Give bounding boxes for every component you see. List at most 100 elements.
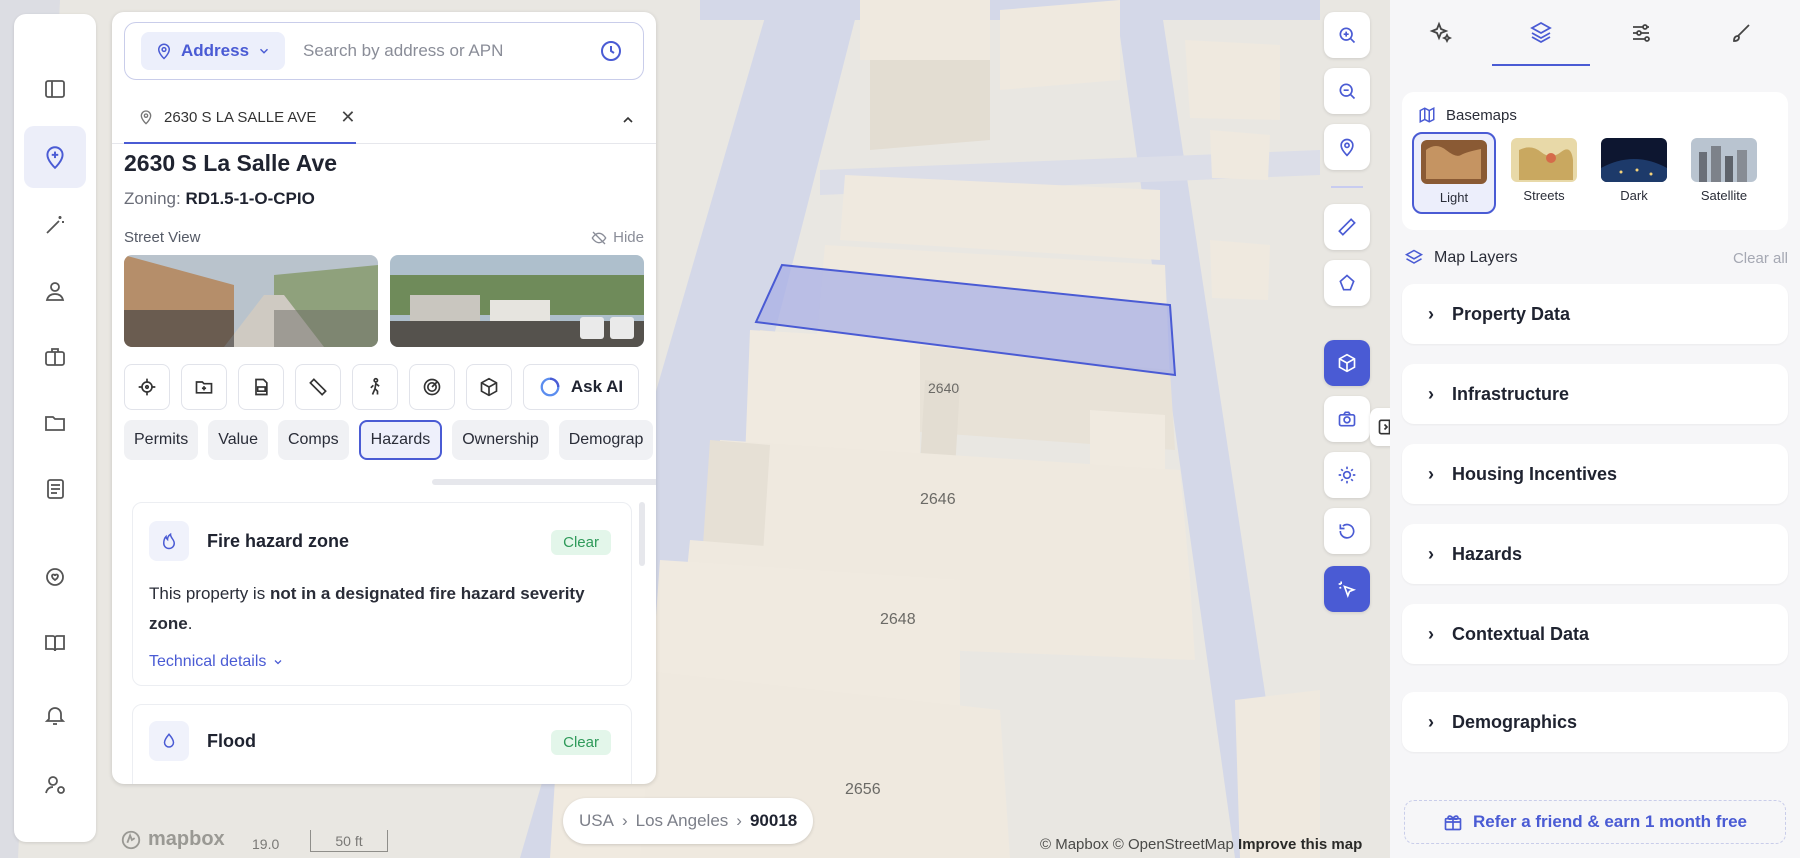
briefcase-icon[interactable] bbox=[24, 326, 86, 388]
chevron-up-icon[interactable] bbox=[620, 112, 636, 128]
user-settings-icon[interactable] bbox=[24, 754, 86, 816]
sun-icon bbox=[1338, 466, 1356, 484]
bell-icon[interactable] bbox=[24, 684, 86, 746]
reset-view-button[interactable] bbox=[1324, 508, 1370, 554]
zoom-in-button[interactable] bbox=[1324, 12, 1370, 58]
layers-icon bbox=[1404, 249, 1424, 264]
layer-contextual-data[interactable]: › Contextual Data bbox=[1402, 604, 1788, 664]
3d-toggle-button[interactable] bbox=[1324, 340, 1370, 386]
lighting-button[interactable] bbox=[1324, 452, 1370, 498]
controls-divider bbox=[1331, 186, 1363, 188]
panel-scrollbar[interactable] bbox=[639, 502, 645, 566]
technical-details-toggle[interactable]: Technical details bbox=[149, 653, 284, 671]
fire-hazard-text: This property is not in a designated fir… bbox=[149, 579, 619, 639]
book-icon[interactable] bbox=[24, 612, 86, 674]
select-tool-button[interactable] bbox=[1324, 566, 1370, 612]
layer-housing-incentives[interactable]: › Housing Incentives bbox=[1402, 444, 1788, 504]
layer-label: Contextual Data bbox=[1452, 623, 1590, 644]
refer-friend-button[interactable]: Refer a friend & earn 1 month free bbox=[1404, 800, 1786, 844]
sidebar-toggle-icon[interactable] bbox=[24, 58, 86, 120]
map-label-2646: 2646 bbox=[920, 491, 956, 508]
left-rail bbox=[14, 14, 96, 842]
draw-polygon-icon bbox=[1339, 274, 1355, 291]
chip-hazards[interactable]: Hazards bbox=[358, 420, 443, 460]
chevron-right-icon: › bbox=[621, 811, 628, 830]
ask-ai-button[interactable]: Ask AI bbox=[523, 364, 639, 410]
chip-comps[interactable]: Comps bbox=[277, 420, 349, 460]
technical-details-label: Technical details bbox=[149, 653, 267, 670]
3d-view-tool[interactable] bbox=[466, 364, 512, 410]
map-pin-icon[interactable] bbox=[24, 126, 86, 188]
tab-property[interactable]: 2630 S LA SALLE AVE ✕ bbox=[124, 92, 356, 144]
layer-infrastructure[interactable]: › Infrastructure bbox=[1402, 364, 1788, 424]
improve-map-link[interactable]: Improve this map bbox=[1238, 836, 1362, 853]
basemap-dark[interactable]: Dark bbox=[1592, 132, 1676, 214]
ai-ring-icon bbox=[540, 377, 560, 397]
walk-score-tool[interactable] bbox=[352, 364, 398, 410]
person-pin-icon[interactable] bbox=[24, 260, 86, 322]
locate-tool[interactable] bbox=[124, 364, 170, 410]
layer-property-data[interactable]: › Property Data bbox=[1402, 284, 1788, 344]
magic-wand-icon[interactable] bbox=[24, 194, 86, 256]
address-mode-dropdown[interactable]: Address bbox=[141, 32, 286, 70]
basemaps-card: Basemaps Light Streets Dark Satellite bbox=[1402, 92, 1788, 230]
pointer-click-icon bbox=[1338, 581, 1357, 599]
street-view-photo-1[interactable] bbox=[124, 255, 378, 347]
tab-ai[interactable] bbox=[1392, 0, 1490, 66]
layer-label: Hazards bbox=[1452, 543, 1523, 564]
chevron-right-icon: › bbox=[1428, 623, 1434, 644]
chips-scrollbar[interactable] bbox=[432, 479, 656, 485]
tab-layers[interactable] bbox=[1492, 0, 1590, 66]
mapbox-logo-text: mapbox bbox=[148, 828, 225, 850]
chevron-right-icon: › bbox=[1428, 711, 1434, 732]
basemap-satellite[interactable]: Satellite bbox=[1682, 132, 1766, 214]
newspaper-icon[interactable] bbox=[24, 458, 86, 520]
refer-label: Refer a friend & earn 1 month free bbox=[1473, 812, 1747, 831]
basemap-light[interactable]: Light bbox=[1412, 132, 1496, 214]
flame-icon bbox=[149, 521, 189, 561]
right-panel-tabs bbox=[1390, 0, 1800, 68]
screenshot-button[interactable] bbox=[1324, 396, 1370, 442]
chip-ownership[interactable]: Ownership bbox=[452, 420, 549, 460]
zoom-out-button[interactable] bbox=[1324, 68, 1370, 114]
history-clock-icon[interactable] bbox=[599, 39, 623, 63]
breadcrumb-country[interactable]: USA bbox=[579, 811, 614, 831]
street-view-photo-2[interactable] bbox=[390, 255, 644, 347]
tab-draw[interactable] bbox=[1692, 0, 1790, 66]
fire-hazard-card: Fire hazard zone Clear This property is … bbox=[132, 502, 632, 686]
mapbox-logo: mapbox bbox=[120, 828, 225, 851]
chevron-right-icon: › bbox=[1428, 463, 1434, 484]
breadcrumb-city[interactable]: Los Angeles bbox=[636, 811, 729, 831]
add-to-folder-tool[interactable] bbox=[181, 364, 227, 410]
attribution-text[interactable]: © Mapbox © OpenStreetMap bbox=[1040, 836, 1234, 853]
map-label-2656: 2656 bbox=[845, 781, 881, 798]
hide-street-view-button[interactable]: Hide bbox=[591, 229, 644, 246]
folder-plus-icon bbox=[195, 381, 213, 394]
chip-value[interactable]: Value bbox=[208, 420, 268, 460]
export-pdf-tool[interactable] bbox=[238, 364, 284, 410]
close-tab-icon[interactable]: ✕ bbox=[340, 107, 355, 128]
measure-button[interactable] bbox=[1324, 204, 1370, 250]
zoning-line: Zoning: RD1.5-1-O-CPIO bbox=[124, 189, 315, 209]
locate-button[interactable] bbox=[1324, 124, 1370, 170]
draw-button[interactable] bbox=[1324, 260, 1370, 306]
chat-icon[interactable] bbox=[24, 546, 86, 608]
breadcrumb-zip: 90018 bbox=[749, 811, 798, 830]
chip-permits[interactable]: Permits bbox=[124, 420, 199, 460]
radar-tool[interactable] bbox=[409, 364, 455, 410]
clear-all-button[interactable]: Clear all bbox=[1733, 250, 1788, 267]
pdf-file-icon bbox=[255, 378, 268, 396]
location-breadcrumb: USA › Los Angeles › 90018 bbox=[563, 798, 814, 844]
basemap-streets[interactable]: Streets bbox=[1502, 132, 1586, 214]
property-panel: Address Search by address or APN 2630 S … bbox=[112, 12, 656, 784]
search-input[interactable]: Search by address or APN bbox=[303, 41, 599, 61]
layer-demographics[interactable]: › Demographics bbox=[1402, 692, 1788, 752]
tab-filters[interactable] bbox=[1592, 0, 1690, 66]
measure-tool[interactable] bbox=[295, 364, 341, 410]
chip-demographics[interactable]: Demograp bbox=[558, 420, 654, 460]
layer-hazards[interactable]: › Hazards bbox=[1402, 524, 1788, 584]
street-view-label: Street View bbox=[124, 229, 201, 246]
rotate-icon bbox=[1339, 523, 1355, 539]
folder-icon[interactable] bbox=[24, 392, 86, 454]
radar-icon bbox=[423, 378, 441, 396]
